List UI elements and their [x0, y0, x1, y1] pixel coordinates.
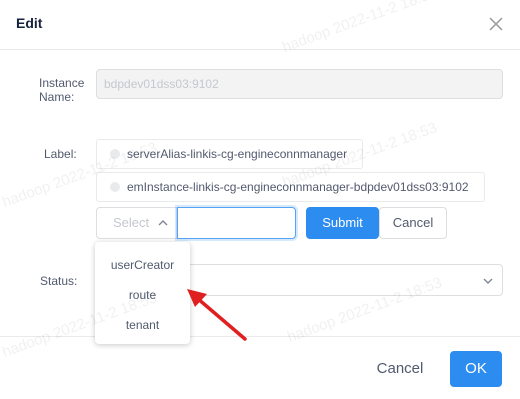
footer-cancel-button[interactable]: Cancel	[366, 351, 434, 387]
dropdown-option-usercreator[interactable]: userCreator	[95, 250, 190, 280]
instance-name-label: Instance Name:	[39, 76, 85, 104]
dialog-title: Edit	[16, 15, 43, 31]
label-field-label: Label:	[44, 147, 77, 161]
tag-dot-icon	[110, 182, 120, 192]
instance-label-line2: Name:	[39, 90, 75, 104]
select-placeholder: Select	[113, 215, 150, 230]
instance-label-line1: Instance	[39, 76, 85, 90]
edit-dialog: Edit Instance Name: bdpdev01dss03:9102 L…	[0, 0, 520, 399]
tag-dot-icon	[110, 149, 120, 159]
dialog-header: Edit	[0, 0, 520, 50]
tag-text: serverAlias-linkis-cg-engineconnmanager	[127, 147, 348, 161]
label-tag[interactable]: serverAlias-linkis-cg-engineconnmanager	[96, 139, 363, 169]
label-value-input[interactable]	[177, 207, 296, 239]
ok-button[interactable]: OK	[450, 351, 502, 387]
dropdown-option-tenant[interactable]: tenant	[95, 310, 190, 340]
tag-text: emInstance-linkis-cg-engineconnmanager-b…	[127, 180, 469, 194]
label-key-select[interactable]: Select	[96, 207, 177, 239]
label-key-dropdown: userCreator route tenant	[95, 242, 190, 344]
cancel-label-button[interactable]: Cancel	[379, 207, 447, 239]
submit-button[interactable]: Submit	[306, 207, 379, 239]
chevron-down-icon	[483, 278, 493, 284]
chevron-up-icon	[158, 220, 168, 226]
annotation-arrow-icon	[187, 289, 247, 341]
dialog-footer: Cancel OK	[0, 336, 520, 399]
instance-name-input: bdpdev01dss03:9102	[96, 69, 503, 99]
dropdown-option-route[interactable]: route	[95, 280, 190, 310]
label-tag[interactable]: emInstance-linkis-cg-engineconnmanager-b…	[96, 172, 485, 202]
status-label: Status:	[40, 274, 78, 288]
close-icon[interactable]	[487, 15, 505, 33]
